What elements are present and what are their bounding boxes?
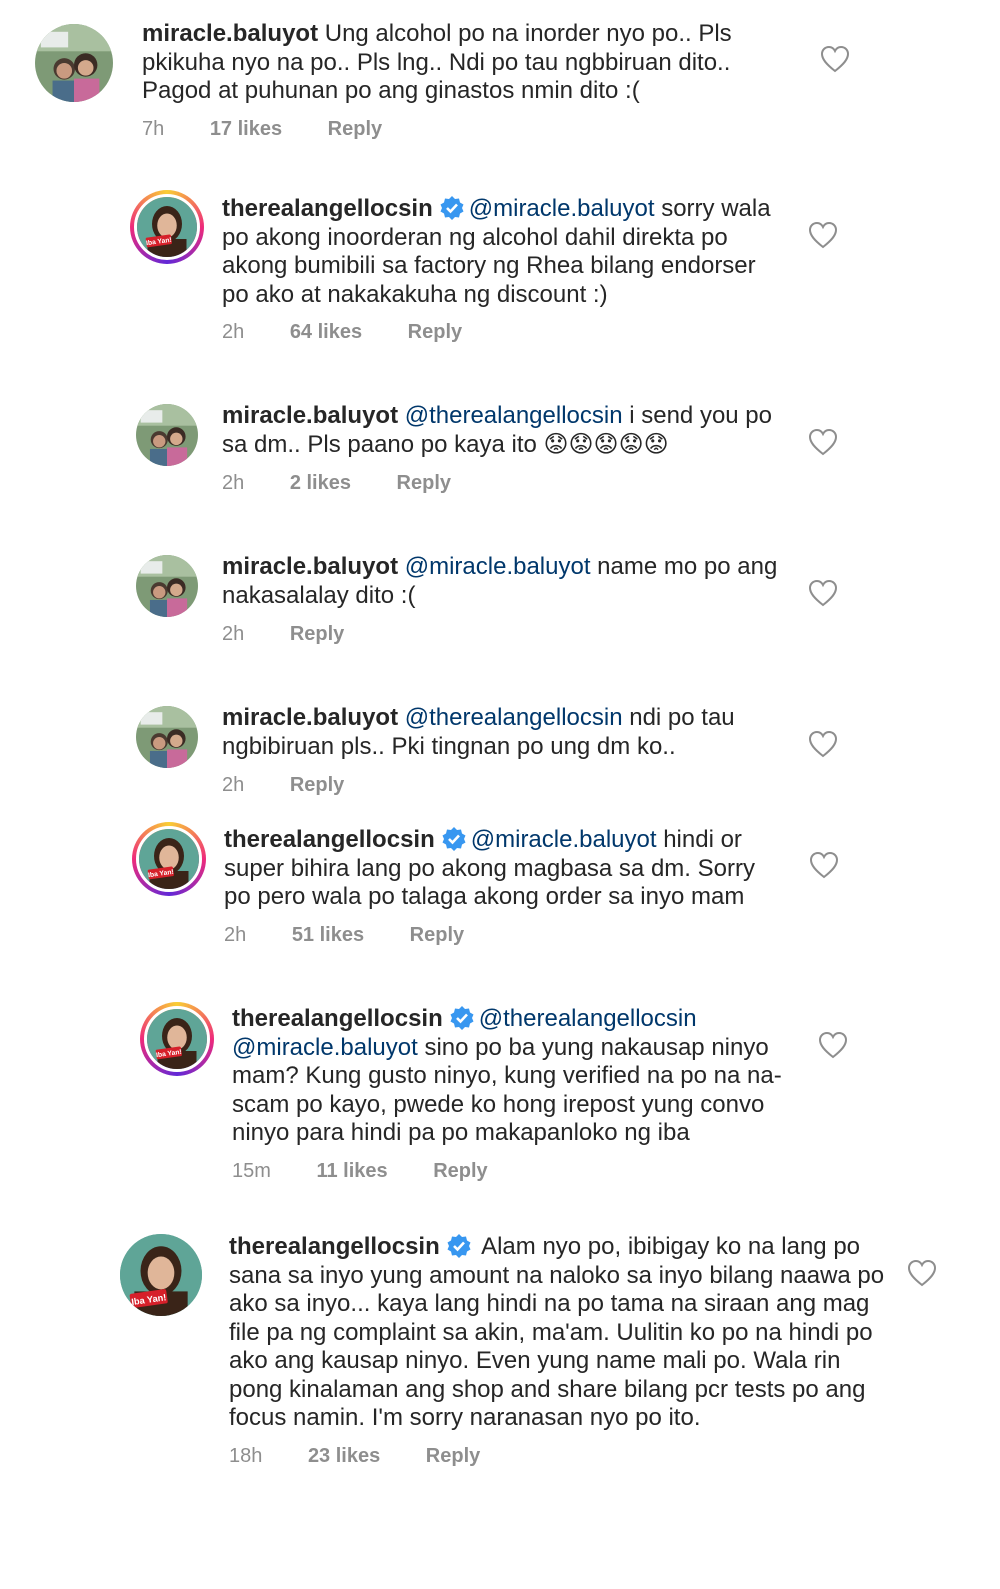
like-heart-icon[interactable] (808, 579, 838, 607)
reply-button[interactable]: Reply (410, 924, 464, 946)
comment-likes[interactable]: 51 likes (292, 924, 364, 946)
verified-badge-icon (447, 1234, 471, 1258)
comment-time: 2h (224, 924, 247, 946)
comment-time: 2h (222, 623, 245, 645)
avatar[interactable]: Iba Yan! (140, 1002, 214, 1076)
comment-likes[interactable]: 64 likes (290, 321, 362, 343)
comment-username[interactable]: miracle.baluyot (142, 20, 318, 47)
comment-username[interactable]: therealangellocsin (232, 1005, 443, 1032)
comment-likes[interactable]: 23 likes (308, 1445, 380, 1467)
comment-mention[interactable]: @therealangellocsin (405, 402, 623, 429)
avatar[interactable] (35, 24, 113, 102)
comment-meta: 2h 2 likes Reply (222, 472, 491, 495)
reply-button[interactable]: Reply (290, 774, 344, 796)
reply-button[interactable]: Reply (426, 1445, 480, 1467)
comment-username[interactable]: miracle.baluyot (222, 402, 398, 429)
comment-text: therealangellocsin @miracle.baluyot sorry… (222, 195, 782, 309)
comment-meta: 15m 11 likes Reply (232, 1160, 528, 1183)
comment-likes[interactable]: 11 likes (316, 1160, 387, 1182)
comment-mention[interactable]: @miracle.baluyot (469, 195, 655, 222)
avatar[interactable] (136, 404, 198, 466)
avatar-photo-icon (136, 706, 198, 768)
like-heart-icon[interactable] (907, 1259, 937, 1287)
comment-username[interactable]: miracle.baluyot (222, 553, 398, 580)
avatar[interactable]: Iba Yan! (120, 1234, 202, 1316)
comment-mention[interactable]: @miracle.baluyot (405, 553, 591, 580)
comment-mention[interactable]: @miracle.baluyot (471, 826, 657, 853)
avatar[interactable] (136, 706, 198, 768)
comment-text: therealangellocsin @therealangellocsin @m… (232, 1005, 792, 1148)
reply-button[interactable]: Reply (408, 321, 462, 343)
comment-username[interactable]: therealangellocsin (222, 195, 433, 222)
like-heart-icon[interactable] (808, 428, 838, 456)
reply-button[interactable]: Reply (433, 1160, 487, 1182)
like-heart-icon[interactable] (820, 45, 850, 73)
avatar[interactable]: Iba Yan! (132, 822, 206, 896)
comment-meta: 7h 17 likes Reply (142, 118, 422, 141)
comment-meta: 2h Reply (222, 623, 384, 646)
comment-time: 2h (222, 321, 245, 343)
like-heart-icon[interactable] (808, 730, 838, 758)
reply-button[interactable]: Reply (290, 623, 344, 645)
like-heart-icon[interactable] (818, 1031, 848, 1059)
comment-meta: 2h 51 likes Reply (224, 924, 504, 947)
reply-button[interactable]: Reply (328, 118, 382, 140)
verified-badge-icon (442, 827, 466, 851)
avatar-photo-icon: Iba Yan! (139, 829, 199, 889)
avatar-photo-icon: Iba Yan! (137, 197, 197, 257)
comment-text: miracle.baluyot @therealangellocsin i se… (222, 402, 782, 459)
comment-time: 7h (142, 118, 165, 140)
comment-meta: 2h Reply (222, 774, 384, 797)
comment-time: 2h (222, 774, 245, 796)
comment-time: 2h (222, 472, 245, 494)
like-heart-icon[interactable] (809, 851, 839, 879)
avatar-photo-icon (136, 404, 198, 466)
like-heart-icon[interactable] (808, 221, 838, 249)
avatar[interactable] (136, 555, 198, 617)
comment-time: 18h (229, 1445, 263, 1467)
verified-badge-icon (450, 1006, 474, 1030)
comment-username[interactable]: therealangellocsin (224, 826, 435, 853)
comment-text: therealangellocsin @miracle.baluyot hindi… (224, 826, 784, 912)
comment-text: miracle.baluyot @therealangellocsin ndi … (222, 704, 782, 761)
comment-username[interactable]: miracle.baluyot (222, 704, 398, 731)
comment-meta: 18h 23 likes Reply (229, 1445, 520, 1468)
avatar[interactable]: Iba Yan! (130, 190, 204, 264)
reply-button[interactable]: Reply (397, 472, 451, 494)
comment-text: therealangellocsin Alam nyo po, ibibigay… (229, 1233, 889, 1433)
comment-meta: 2h 64 likes Reply (222, 321, 502, 344)
comment-likes[interactable]: 2 likes (290, 472, 351, 494)
verified-badge-icon (440, 196, 464, 220)
avatar-photo-icon: Iba Yan! (147, 1009, 207, 1069)
avatar-photo-icon (35, 24, 113, 102)
comment-username[interactable]: therealangellocsin (229, 1233, 440, 1260)
comment-body: Alam nyo po, ibibigay ko na lang po sana… (229, 1233, 885, 1431)
comment-text: miracle.baluyot Ung alcohol po na inorde… (142, 20, 772, 106)
avatar-photo-icon: Iba Yan! (120, 1234, 202, 1316)
avatar-photo-icon (136, 555, 198, 617)
comment-text: miracle.baluyot @miracle.baluyot name mo… (222, 553, 782, 610)
comment-likes[interactable]: 17 likes (210, 118, 282, 140)
comment-mention[interactable]: @therealangellocsin (405, 704, 623, 731)
comment-time: 15m (232, 1160, 271, 1182)
